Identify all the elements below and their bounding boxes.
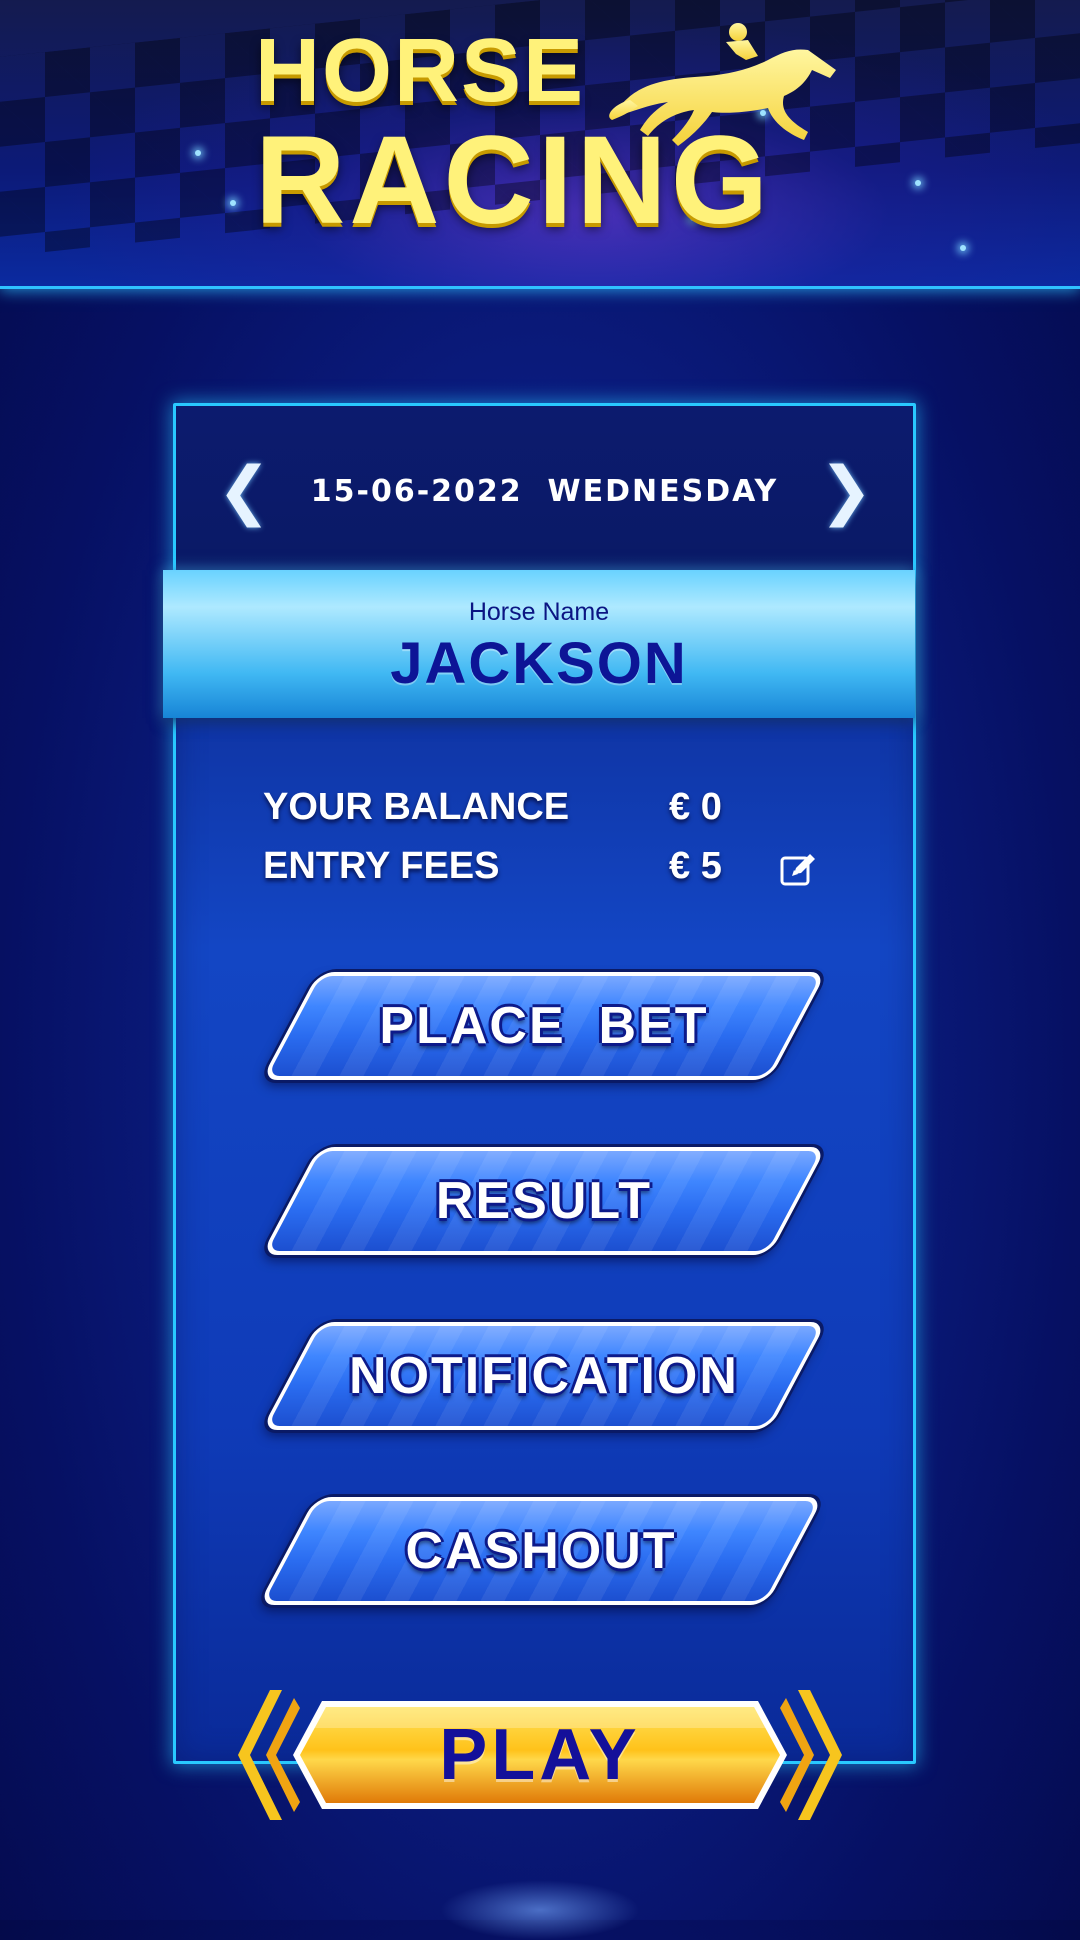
sparkle: [915, 180, 921, 186]
cashout-button[interactable]: CASHOUT: [258, 1497, 824, 1605]
horse-name-value: JACKSON: [390, 631, 688, 696]
edit-icon[interactable]: [778, 850, 818, 890]
bottom-glow: [440, 1880, 640, 1940]
entry-fees-label: ENTRY FEES: [263, 845, 500, 887]
date-label: 15-06-2022 WEDNESDAY: [310, 474, 779, 509]
horse-name-banner: Horse Name JACKSON: [163, 570, 915, 718]
header: HORSE RACING: [0, 0, 1080, 289]
date-bar: ❮ 15-06-2022 WEDNESDAY ❯: [176, 406, 913, 571]
place-bet-button[interactable]: PLACE BET: [261, 972, 827, 1080]
place-bet-label: PLACE BET: [379, 997, 709, 1055]
entry-fees-row: ENTRY FEES € 5: [263, 845, 863, 895]
sparkle: [960, 245, 966, 251]
sparkle: [195, 150, 201, 156]
notification-label: NOTIFICATION: [349, 1347, 739, 1405]
cashout-label: CASHOUT: [405, 1522, 677, 1580]
notification-button[interactable]: NOTIFICATION: [261, 1322, 827, 1430]
horse-rider-icon: [609, 23, 836, 146]
entry-fees-value: € 5: [669, 845, 722, 887]
chevron-right-icon: ❯: [819, 454, 873, 528]
result-button[interactable]: RESULT: [261, 1147, 827, 1255]
balance-row: YOUR BALANCE € 0: [263, 786, 863, 836]
play-button[interactable]: [290, 1698, 790, 1812]
balance-label: YOUR BALANCE: [263, 786, 570, 828]
sparkle: [230, 200, 236, 206]
chevron-right-decor-icon: [780, 1690, 842, 1820]
logo-title-line1: HORSE: [255, 21, 586, 121]
balance-value: € 0: [669, 786, 722, 828]
horse-name-label: Horse Name: [468, 598, 610, 626]
play-area: PLAY: [230, 1690, 850, 1820]
result-label: RESULT: [435, 1172, 653, 1230]
next-date-button[interactable]: ❯: [816, 456, 876, 526]
